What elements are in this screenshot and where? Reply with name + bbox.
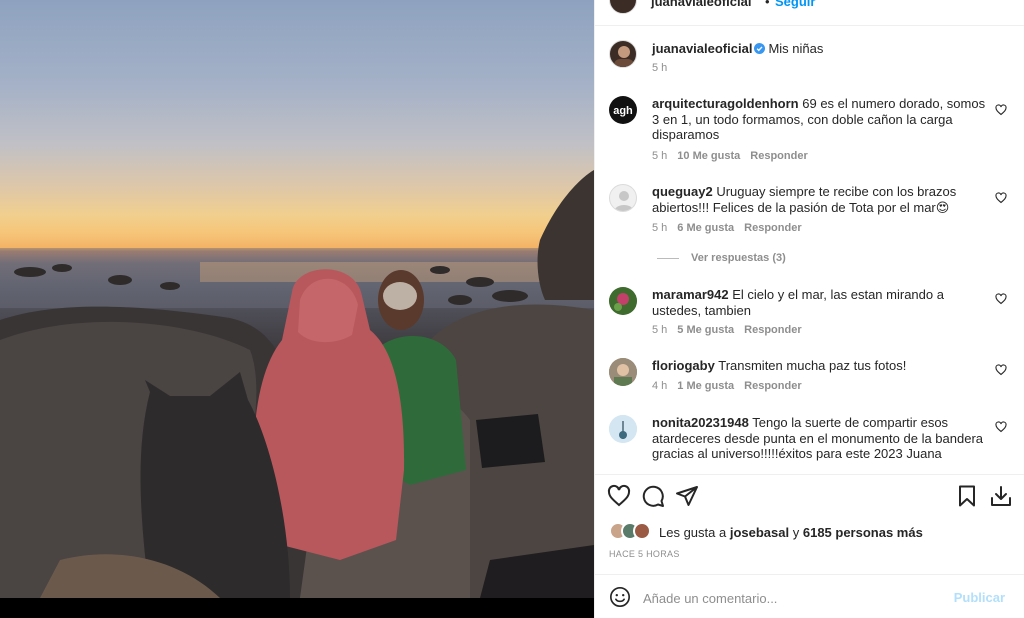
post-photo[interactable] bbox=[0, 0, 594, 598]
comment: queguay2 Uruguay siempre te recibe con l… bbox=[609, 184, 1015, 236]
comment-meta: 5 h 10 Me gusta Responder bbox=[652, 150, 818, 162]
comment-username[interactable]: queguay2 bbox=[652, 184, 713, 199]
comment-avatar[interactable] bbox=[609, 415, 637, 443]
comment-meta: 5 h 6 Me gusta Responder bbox=[652, 222, 812, 234]
comment-avatar[interactable]: agh bbox=[609, 96, 637, 124]
divider bbox=[595, 474, 1024, 475]
comment-text: arquitecturagoldenhorn 69 es el numero d… bbox=[652, 96, 986, 142]
comment-text: floriogaby Transmiten mucha paz tus foto… bbox=[652, 358, 907, 373]
publish-button[interactable]: Publicar bbox=[954, 590, 1005, 605]
post-timestamp: HACE 5 HORAS bbox=[609, 549, 680, 559]
author-username[interactable]: juanavialeoficial bbox=[651, 0, 751, 9]
reply-button[interactable]: Responder bbox=[744, 380, 801, 392]
caption-text: juanavialeoficial Mis niñas bbox=[652, 41, 824, 56]
add-comment-form: Publicar bbox=[609, 586, 1011, 610]
comment-username[interactable]: maramar942 bbox=[652, 287, 729, 302]
more-options-icon[interactable]: ··· bbox=[990, 0, 1009, 8]
likes-text: Les gusta a josebasal y 6185 personas má… bbox=[659, 525, 923, 540]
comment-meta: 4 h 1 Me gusta Responder bbox=[652, 380, 812, 392]
caption: juanavialeoficial Mis niñas 5 h bbox=[609, 40, 1015, 80]
comment-username[interactable]: floriogaby bbox=[652, 358, 715, 373]
comment-avatar[interactable] bbox=[609, 287, 637, 315]
comment-username[interactable]: nonita20231948 bbox=[652, 415, 749, 430]
caption-meta: 5 h bbox=[652, 62, 677, 74]
sunset-scene bbox=[0, 170, 594, 598]
comment-avatar[interactable] bbox=[609, 184, 637, 212]
comment-avatar[interactable] bbox=[609, 358, 637, 386]
comment-username[interactable]: arquitecturagoldenhorn bbox=[652, 96, 799, 111]
heart-icon[interactable] bbox=[995, 421, 1007, 433]
heart-icon[interactable] bbox=[995, 293, 1007, 305]
comment-likes[interactable]: 6 Me gusta bbox=[677, 222, 734, 234]
heart-icon[interactable] bbox=[995, 104, 1007, 116]
comment-time: 5 h bbox=[652, 150, 668, 162]
likes-others[interactable]: 6185 personas más bbox=[803, 525, 923, 540]
caption-time: 5 h bbox=[652, 62, 668, 74]
heart-icon[interactable] bbox=[995, 192, 1007, 204]
reply-button[interactable]: Responder bbox=[744, 324, 801, 336]
liker-username[interactable]: josebasal bbox=[730, 525, 789, 540]
reply-button[interactable]: Responder bbox=[744, 222, 801, 234]
comment-text: nonita20231948 Tengo la suerte de compar… bbox=[652, 415, 984, 461]
comment-input[interactable] bbox=[643, 588, 943, 608]
view-replies-button[interactable]: Ver respuestas (3) bbox=[657, 252, 786, 264]
caption-avatar[interactable] bbox=[609, 40, 637, 68]
photo-bottom-bar bbox=[0, 598, 594, 618]
comment: maramar942 El cielo y el mar, las estan … bbox=[609, 287, 1015, 339]
emoji-icon[interactable] bbox=[609, 586, 631, 608]
comment-likes[interactable]: 10 Me gusta bbox=[677, 150, 740, 162]
like-heart-icon[interactable] bbox=[607, 484, 631, 508]
svg-text:agh: agh bbox=[613, 105, 633, 117]
comment-meta: 5 h 5 Me gusta Responder bbox=[652, 324, 812, 336]
comment-text: queguay2 Uruguay siempre te recibe con l… bbox=[652, 184, 957, 215]
comment-time: 4 h bbox=[652, 380, 668, 392]
comment-likes[interactable]: 1 Me gusta bbox=[677, 380, 734, 392]
replies-line bbox=[657, 257, 679, 259]
comment-likes[interactable]: 5 Me gusta bbox=[677, 324, 734, 336]
caption-username[interactable]: juanavialeoficial bbox=[652, 41, 752, 56]
heart-icon[interactable] bbox=[995, 364, 1007, 376]
share-icon[interactable] bbox=[675, 484, 699, 508]
comment: floriogaby Transmiten mucha paz tus foto… bbox=[609, 358, 1015, 394]
comment-time: 5 h bbox=[652, 324, 668, 336]
comment-icon[interactable] bbox=[641, 484, 665, 508]
download-icon[interactable] bbox=[989, 484, 1013, 508]
comment: nonita20231948 Tengo la suerte de compar… bbox=[609, 415, 1015, 465]
divider bbox=[595, 574, 1024, 575]
reply-button[interactable]: Responder bbox=[750, 150, 807, 162]
follow-button[interactable]: Seguir bbox=[775, 0, 815, 9]
post-header: juanavialeoficial • Seguir ··· bbox=[595, 0, 1024, 26]
comment-text: maramar942 El cielo y el mar, las estan … bbox=[652, 287, 944, 318]
post-details-panel: juanavialeoficial • Seguir ··· juanavial… bbox=[594, 0, 1024, 618]
author-avatar[interactable] bbox=[609, 0, 637, 14]
comment-time: 5 h bbox=[652, 222, 668, 234]
verified-badge-icon bbox=[754, 43, 766, 54]
comment: agh arquitecturagoldenhorn 69 es el nume… bbox=[609, 96, 1015, 166]
bookmark-icon[interactable] bbox=[955, 484, 979, 508]
header-separator: • bbox=[765, 0, 770, 9]
liker-avatar bbox=[633, 522, 651, 540]
